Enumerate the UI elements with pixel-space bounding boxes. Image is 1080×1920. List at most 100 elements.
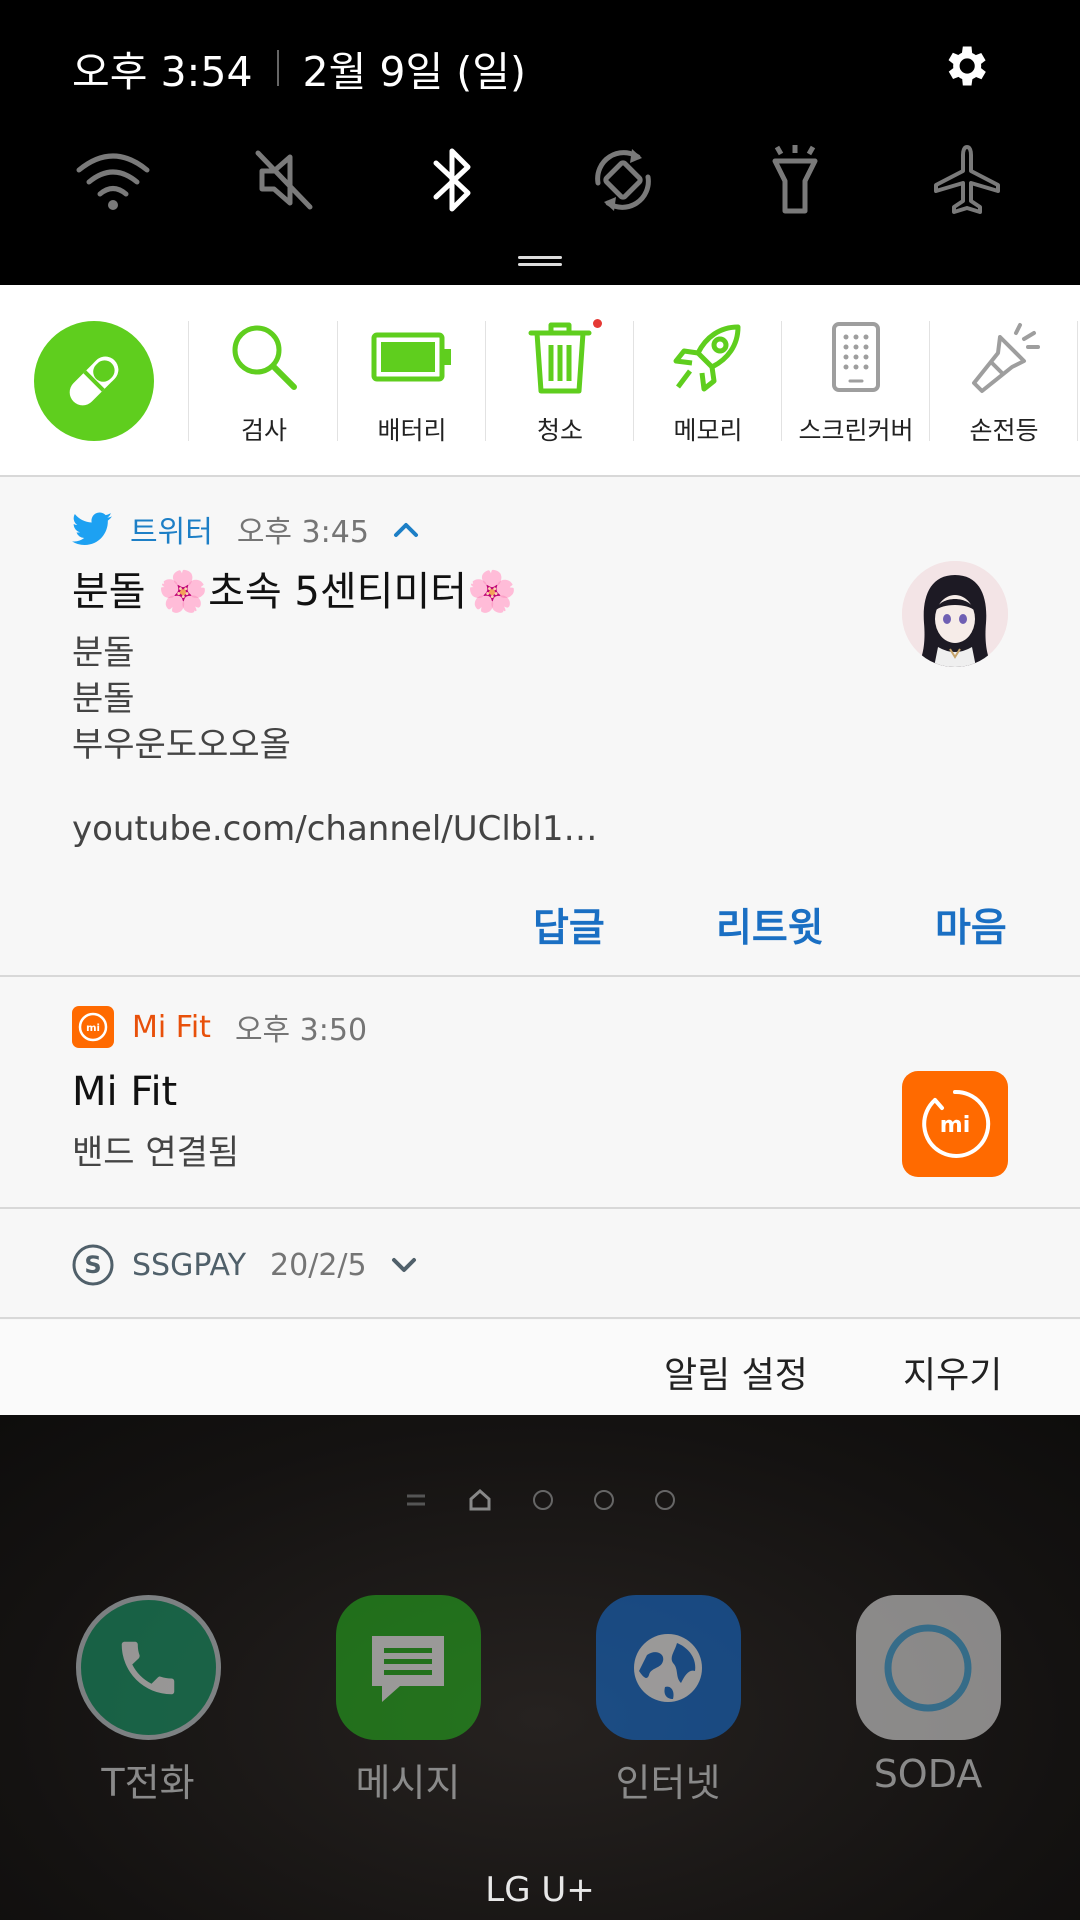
notification-line: 분돌	[72, 679, 135, 719]
notification-time: 20/2/5	[270, 1247, 367, 1283]
tool-label: 손전등	[969, 416, 1039, 445]
tool-label: 스크린커버	[798, 416, 914, 445]
settings-button[interactable]	[935, 36, 995, 96]
twitter-notification[interactable]: 트위터 오후 3:45 분돌 🌸초속 5센티미터🌸 분돌 분돌 부우운도오오올 …	[0, 477, 1080, 977]
status-row: 오후 3:54 2월 9일 (일)	[72, 38, 526, 98]
tool-label: 메모리	[673, 416, 743, 445]
rocket-icon	[673, 324, 741, 392]
flashlight-toggle[interactable]	[750, 140, 840, 220]
tool-memory[interactable]: 메모리	[634, 317, 782, 447]
chevron-down-icon[interactable]	[389, 1250, 419, 1280]
notification-title: Mi Fit	[72, 1069, 178, 1115]
retweet-button[interactable]: 리트윗	[716, 897, 824, 953]
cleaner-toolbar: 검사 배터리 청소 메모리 스크린커버 손전등	[0, 285, 1080, 477]
status-divider	[276, 49, 279, 86]
magnifier-icon	[232, 325, 297, 390]
avatar	[902, 561, 1008, 667]
notification-header: S SSGPAY 20/2/5	[72, 1243, 419, 1287]
globe-icon	[595, 1595, 741, 1740]
cleaner-app-button[interactable]	[34, 321, 154, 441]
mute-icon	[255, 150, 313, 210]
phone-screen-icon	[832, 322, 880, 392]
dock-app-messages[interactable]: 메시지	[308, 1595, 508, 1807]
torch-icon	[972, 323, 1040, 393]
notification-badge	[593, 319, 602, 328]
gear-icon	[948, 46, 986, 86]
page-dot[interactable]	[655, 1490, 675, 1510]
tool-torch[interactable]: 손전등	[930, 317, 1078, 447]
dock-app-internet[interactable]: 인터넷	[568, 1595, 768, 1807]
soda-icon	[855, 1595, 1001, 1740]
notification-link: youtube.com/channel/UClbl1…	[72, 809, 598, 849]
svg-text:mi: mi	[86, 1023, 100, 1034]
tool-clean[interactable]: 청소	[486, 317, 634, 447]
notification-header: 트위터 오후 3:45	[72, 507, 421, 551]
like-button[interactable]: 마음	[935, 897, 1007, 953]
notification-line: 분돌	[72, 633, 135, 673]
bluetooth-toggle[interactable]	[408, 140, 498, 220]
bluetooth-icon	[433, 148, 471, 212]
quick-settings-row	[0, 140, 1080, 220]
sound-toggle[interactable]	[240, 140, 330, 220]
status-time: 오후 3:54	[72, 47, 253, 96]
tool-screen-cover[interactable]: 스크린커버	[782, 317, 930, 447]
page-dot[interactable]	[533, 1490, 553, 1510]
notification-sheet: 검사 배터리 청소 메모리 스크린커버 손전등 트위터 오후 3:45 분돌 🌸…	[0, 285, 1080, 1415]
page-indicator	[405, 1485, 675, 1515]
notification-time: 오후 3:45	[236, 515, 369, 550]
toolbar-separator	[1077, 321, 1078, 441]
notification-body: 밴드 연결됨	[72, 1133, 240, 1173]
home-screen: T전화 메시지 인터넷 SODA LG U+	[0, 1415, 1080, 1920]
dock-app-tphone[interactable]: T전화	[48, 1595, 248, 1807]
notification-header: mi Mi Fit 오후 3:50	[72, 1005, 367, 1049]
mifit-notification[interactable]: mi Mi Fit 오후 3:50 Mi Fit 밴드 연결됨 mi	[0, 979, 1080, 1209]
app-label: SODA	[873, 1752, 983, 1796]
mifit-large-icon: mi	[902, 1071, 1008, 1177]
app-label: 메시지	[355, 1761, 461, 1805]
ssgpay-app-icon: S	[72, 1244, 114, 1286]
notification-settings-button[interactable]: 알림 설정	[664, 1346, 808, 1398]
app-name: 트위터	[130, 515, 213, 550]
app-name: Mi Fit	[132, 1009, 211, 1045]
svg-text:mi: mi	[940, 1113, 970, 1138]
wifi-icon	[76, 153, 150, 210]
app-label: T전화	[101, 1761, 195, 1805]
airplane-toggle[interactable]	[922, 140, 1012, 220]
home-page-icon[interactable]	[468, 1488, 492, 1512]
auto-rotate-icon	[595, 149, 651, 211]
tool-label: 청소	[536, 416, 583, 445]
quick-panel: 오후 3:54 2월 9일 (일)	[0, 0, 1080, 285]
pill-icon	[69, 356, 119, 406]
status-date[interactable]: 2월 9일 (일)	[303, 38, 526, 98]
page-dot[interactable]	[594, 1490, 614, 1510]
flashlight-icon	[772, 145, 818, 214]
panel-drag-handle[interactable]	[518, 256, 562, 268]
svg-text:S: S	[84, 1251, 101, 1279]
tool-label: 배터리	[377, 416, 447, 445]
ssgpay-notification[interactable]: S SSGPAY 20/2/5	[0, 1211, 1080, 1319]
reply-button[interactable]: 답글	[533, 897, 605, 953]
tool-label: 검사	[240, 416, 287, 445]
auto-rotate-toggle[interactable]	[578, 140, 668, 220]
chevron-up-icon[interactable]	[391, 514, 421, 544]
tool-scan[interactable]: 검사	[190, 317, 338, 447]
mifit-app-icon: mi	[72, 1006, 114, 1048]
phone-icon	[75, 1595, 221, 1740]
notification-footer: 알림 설정 지우기	[0, 1320, 1080, 1415]
tool-battery[interactable]: 배터리	[338, 317, 486, 447]
trash-icon	[528, 322, 592, 394]
notification-title: 분돌 🌸초속 5센티미터🌸	[72, 569, 517, 615]
menu-page-icon[interactable]	[405, 1492, 427, 1508]
clear-all-button[interactable]: 지우기	[903, 1346, 1002, 1398]
notification-line: 부우운도오오올	[72, 725, 291, 765]
dock-app-soda[interactable]: SODA	[828, 1595, 1028, 1796]
carrier-label: LG U+	[485, 1870, 595, 1910]
app-name: SSGPAY	[132, 1247, 247, 1283]
wifi-toggle[interactable]	[68, 140, 158, 220]
toolbar-separator	[188, 321, 189, 441]
message-icon	[335, 1595, 481, 1740]
app-label: 인터넷	[615, 1761, 721, 1805]
notification-time: 오후 3:50	[234, 1013, 368, 1048]
twitter-bird-icon	[72, 512, 112, 545]
battery-icon	[371, 332, 451, 382]
